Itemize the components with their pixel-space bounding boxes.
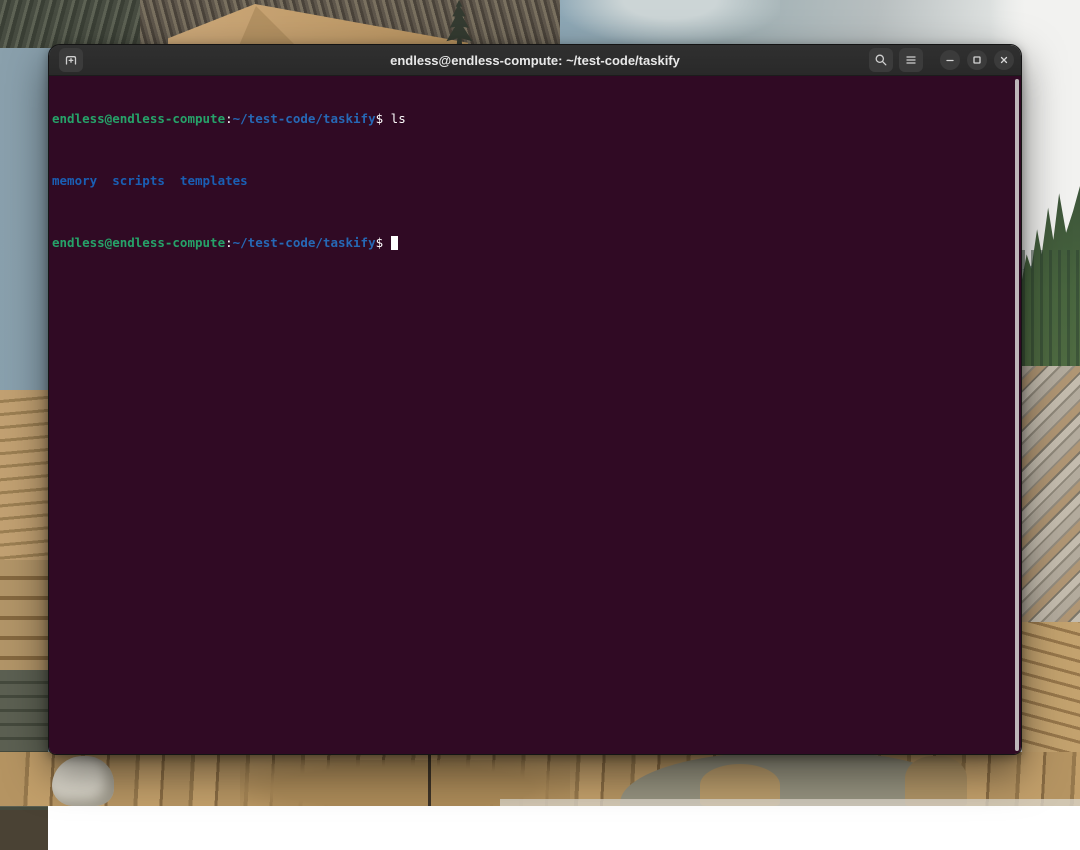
search-icon (873, 52, 889, 68)
minimize-button[interactable] (940, 50, 960, 70)
scrollbar[interactable] (1015, 79, 1019, 751)
maximize-button[interactable] (967, 50, 987, 70)
prompt-dollar: $ (376, 235, 384, 250)
directory-name: templates (180, 173, 248, 189)
prompt-dollar: $ (376, 111, 384, 126)
wallpaper-rocky-scree (1022, 366, 1080, 622)
terminal-line-prompt-1: endless@endless-compute:~/test-code/task… (52, 111, 1011, 127)
directory-name: scripts (112, 173, 165, 189)
new-tab-icon (63, 52, 79, 68)
wallpaper-topleft-branches (0, 0, 140, 48)
prompt-user-host: endless@endless-compute (52, 235, 225, 250)
terminal-cursor (391, 236, 398, 250)
titlebar[interactable]: endless@endless-compute: ~/test-code/tas… (49, 45, 1021, 76)
prompt-path: ~/test-code/taskify (233, 235, 376, 250)
terminal-line-prompt-2: endless@endless-compute:~/test-code/task… (52, 235, 1011, 251)
wallpaper-light-strip (500, 799, 1080, 806)
window-title: endless@endless-compute: ~/test-code/tas… (390, 53, 680, 68)
hamburger-menu-icon (903, 52, 919, 68)
wallpaper-hut-wall (0, 44, 48, 806)
typed-command: ls (391, 111, 406, 126)
close-icon (998, 54, 1010, 66)
directory-name: memory (52, 173, 97, 189)
search-button[interactable] (869, 48, 893, 72)
wallpaper-shingles (0, 390, 48, 560)
minimize-icon (944, 54, 956, 66)
prompt-colon: : (225, 235, 233, 250)
prompt-path: ~/test-code/taskify (233, 111, 376, 126)
new-tab-button[interactable] (59, 48, 83, 72)
terminal-screen[interactable]: endless@endless-compute:~/test-code/task… (49, 76, 1021, 754)
wallpaper-ground (0, 810, 48, 850)
maximize-icon (971, 54, 983, 66)
wallpaper-cloud (560, 0, 780, 44)
terminal-line-ls-output: memory scripts templates (52, 173, 1011, 189)
wallpaper-stick (428, 754, 431, 806)
titlebar-action-buttons (869, 48, 923, 72)
terminal-window: endless@endless-compute: ~/test-code/tas… (48, 44, 1022, 755)
menu-button[interactable] (899, 48, 923, 72)
prompt-user-host: endless@endless-compute (52, 111, 225, 126)
close-button[interactable] (994, 50, 1014, 70)
prompt-colon: : (225, 111, 233, 126)
wallpaper-forest-texture (1022, 250, 1080, 366)
titlebar-controls (869, 48, 1021, 72)
wallpaper-branches (0, 44, 48, 390)
wallpaper-log-beams (0, 560, 48, 670)
wallpaper-white-carving (52, 756, 114, 806)
